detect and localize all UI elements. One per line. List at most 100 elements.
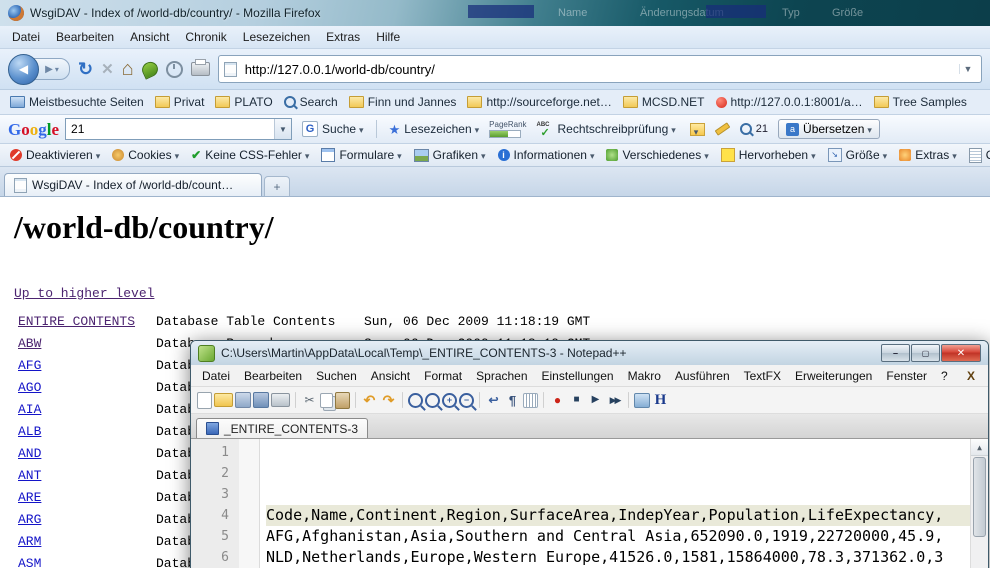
entry-link[interactable]: ASM [18,556,41,568]
entry-link[interactable]: AGO [18,380,41,395]
entry-link[interactable]: ABW [18,336,41,351]
webdev-grafiken-menu[interactable]: Grafiken [408,147,492,163]
save-all-icon[interactable] [253,392,269,408]
menu-item[interactable]: Ausführen [668,367,737,385]
firefox-titlebar[interactable]: WsgiDAV - Index of /world-db/country/ - … [0,0,990,26]
menu-item[interactable]: Datei [4,28,48,46]
record-macro-icon[interactable]: ● [549,392,566,409]
webdev-groesse-menu[interactable]: Größe [822,147,894,163]
menu-item[interactable]: Suchen [309,367,364,385]
stop-button[interactable] [101,60,114,78]
print-button[interactable] [191,62,210,76]
webdev-formulare-menu[interactable]: Formulare [315,147,407,163]
menu-item[interactable]: Datei [195,367,237,385]
maximize-button[interactable] [911,344,940,362]
webdev-deaktivieren-menu[interactable]: Deaktivieren [4,147,106,163]
google-search-button[interactable]: Suche [298,119,368,139]
word-wrap-icon[interactable]: ↩ [485,392,502,409]
up-to-higher-level-link[interactable]: Up to higher level [14,286,154,301]
highlighter-icon[interactable] [714,122,730,136]
webdev-quelltext-menu[interactable]: Quelltext [963,147,990,164]
menu-item[interactable]: Bearbeiten [237,367,309,385]
menu-item[interactable]: Fenster [879,367,934,385]
close-document-icon[interactable]: X [967,369,984,383]
bookmark-localhost-8001[interactable]: http://127.0.0.1:8001/a… [711,93,868,111]
menu-item[interactable]: ? [934,367,955,385]
history-clock-icon[interactable] [166,61,183,78]
menu-item[interactable]: Ansicht [122,28,177,46]
menu-item[interactable]: Lesezeichen [235,28,318,46]
redo-icon[interactable]: ↷ [380,392,397,409]
close-button[interactable] [941,344,981,362]
spellcheck-button[interactable]: Rechtschreibprüfung [533,120,680,139]
menu-item[interactable]: Erweiterungen [788,367,879,385]
menu-item[interactable]: Extras [318,28,368,46]
tab-wsgidav[interactable]: WsgiDAV - Index of /world-db/count… [4,173,262,196]
scrollbar-thumb[interactable] [973,457,986,537]
cut-icon[interactable]: ✂ [301,392,318,409]
forward-button[interactable] [34,58,70,80]
menu-item[interactable]: Ansicht [364,367,417,385]
home-button[interactable] [122,59,134,79]
pagerank-widget[interactable]: PageRank [489,120,526,138]
open-file-icon[interactable] [214,393,233,407]
url-history-dropdown-icon[interactable] [959,64,976,74]
copy-icon[interactable] [320,393,333,408]
zoom-out-icon[interactable]: − [459,393,474,408]
word-find-button[interactable]: 21 [736,121,772,137]
webdev-cookies-menu[interactable]: Cookies [106,147,185,163]
document-tab[interactable]: _ENTIRE_CONTENTS-3 [196,418,368,438]
bookmark-sourceforge[interactable]: http://sourceforge.net… [462,93,616,111]
bookmark-meistbesuchte-seiten[interactable]: Meistbesuchte Seiten [5,93,149,111]
webdev-extras-menu[interactable]: Extras [893,147,963,163]
menu-item[interactable]: Einstellungen [535,367,621,385]
print-icon[interactable] [271,393,290,407]
search-history-dropdown-icon[interactable] [274,119,291,139]
run-macro-multiple-icon[interactable]: ▶▶ [606,392,623,409]
entry-link[interactable]: ARE [18,490,41,505]
text-editor[interactable]: 123456 Code,Name,Continent,Region,Surfac… [191,439,988,568]
webdev-hervorheben-menu[interactable]: Hervorheben [715,147,822,163]
new-tab-button[interactable]: + [264,176,290,196]
entry-link[interactable]: AFG [18,358,41,373]
menu-item[interactable]: Hilfe [368,28,408,46]
scroll-up-icon[interactable] [971,439,988,456]
entry-link[interactable]: ARG [18,512,41,527]
bookmark-tree-samples[interactable]: Tree Samples [869,93,972,111]
autofill-button[interactable] [686,121,709,138]
minimize-button[interactable] [881,344,910,362]
menu-item[interactable]: Chronik [177,28,234,46]
html-preview-icon[interactable]: H [652,392,669,409]
webdev-css-menu[interactable]: Keine CSS-Fehler [185,147,315,163]
indent-guide-icon[interactable] [523,393,538,408]
notepad-titlebar[interactable]: C:\Users\Martin\AppData\Local\Temp\_ENTI… [191,341,988,365]
document-monitor-icon[interactable] [634,393,650,408]
paste-icon[interactable] [335,392,350,409]
google-bookmarks-button[interactable]: Lesezeichen [385,120,484,138]
url-input[interactable] [243,61,953,78]
replace-icon[interactable] [425,393,440,408]
new-file-icon[interactable] [197,392,212,409]
stop-macro-icon[interactable]: ■ [568,392,585,409]
find-icon[interactable] [408,393,423,408]
menu-item[interactable]: Makro [621,367,668,385]
show-all-characters-icon[interactable]: ¶ [504,392,521,409]
save-icon[interactable] [235,392,251,408]
entry-link[interactable]: AND [18,446,41,461]
reload-button[interactable] [78,60,93,78]
entry-link[interactable]: ENTIRE CONTENTS [18,314,135,329]
addon-leaf-icon[interactable] [139,59,160,79]
webdev-informationen-menu[interactable]: Informationen [492,147,601,163]
bookmark-privat[interactable]: Privat [150,93,210,111]
bookmark-mcsd-net[interactable]: MCSD.NET [618,93,710,111]
translate-button[interactable]: Übersetzen [778,119,880,139]
play-macro-icon[interactable]: ▶ [587,392,604,409]
menu-item[interactable]: Format [417,367,469,385]
bookmark-finn-und-jannes[interactable]: Finn und Jannes [344,93,462,111]
webdev-verschiedenes-menu[interactable]: Verschiedenes [600,147,714,163]
entry-link[interactable]: ALB [18,424,41,439]
zoom-in-icon[interactable]: + [442,393,457,408]
entry-link[interactable]: ANT [18,468,41,483]
google-search-input[interactable] [66,121,274,137]
menu-item[interactable]: Sprachen [469,367,534,385]
